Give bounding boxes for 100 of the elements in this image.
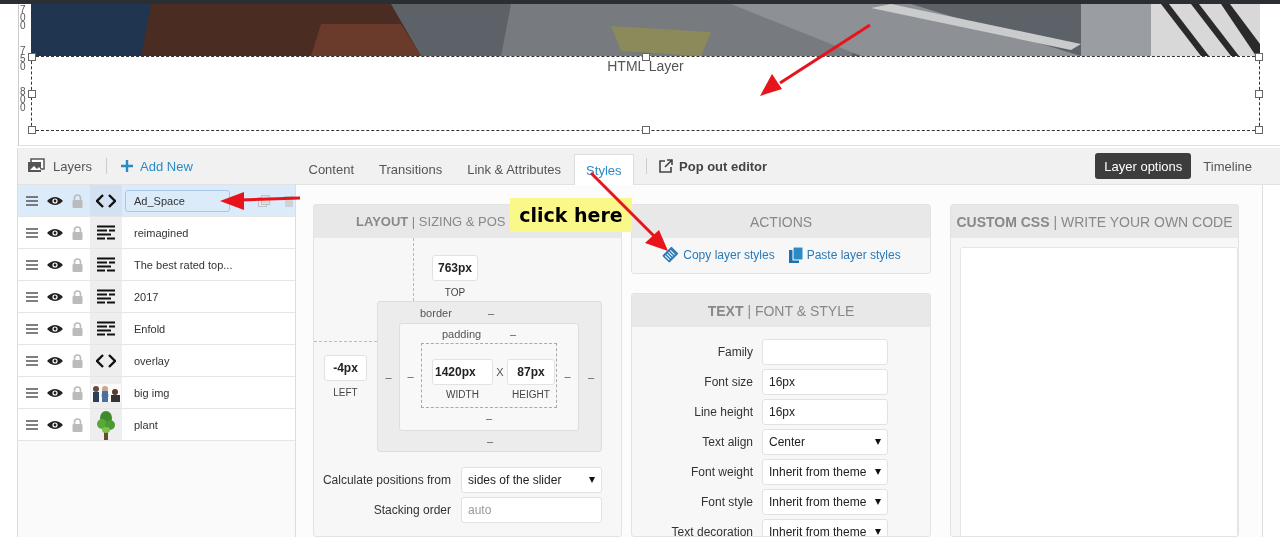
layer-name: plant xyxy=(134,418,158,431)
box-value: – xyxy=(488,306,495,319)
eye-icon[interactable] xyxy=(47,419,63,430)
field-label: Font style xyxy=(699,495,753,509)
layer-name: Enfold xyxy=(134,322,166,335)
layer-name: big img xyxy=(134,386,170,399)
text-field[interactable]: 87px xyxy=(507,359,555,385)
layer-row[interactable]: reimagined xyxy=(18,217,295,249)
dropdown[interactable]: sides of the slider xyxy=(461,467,602,493)
text-lines-icon xyxy=(97,289,115,304)
caret-icon xyxy=(875,439,881,445)
resize-handle[interactable] xyxy=(28,89,36,98)
resize-handle[interactable] xyxy=(28,126,36,134)
drag-handle-icon[interactable] xyxy=(26,355,38,366)
field-label: Family xyxy=(716,345,753,359)
layer-row[interactable]: 2017 xyxy=(18,281,295,313)
eye-icon[interactable] xyxy=(47,291,63,302)
field-label: Stacking order xyxy=(372,503,451,517)
panel-title: TEXT | FONT & STYLE xyxy=(707,302,855,319)
drag-handle-icon[interactable] xyxy=(26,227,38,238)
text-field[interactable]: 16px xyxy=(762,399,888,425)
tab[interactable]: Content xyxy=(296,154,367,184)
mode-button[interactable]: Timeline xyxy=(1196,153,1259,179)
caret-icon xyxy=(589,477,595,483)
dropdown[interactable]: Inherit from theme xyxy=(762,459,888,485)
times-sign: X xyxy=(495,366,505,378)
plus-icon xyxy=(121,160,134,172)
ruler-mark: 700 xyxy=(19,6,26,33)
resize-handle[interactable] xyxy=(1255,89,1263,98)
layer-name: The best rated top... xyxy=(134,258,233,271)
drag-handle-icon[interactable] xyxy=(26,323,38,334)
dropdown[interactable]: Inherit from theme xyxy=(762,489,888,515)
resize-handle[interactable] xyxy=(28,53,36,61)
text-field[interactable] xyxy=(762,339,888,365)
dropdown[interactable]: Center xyxy=(762,429,888,455)
text-lines-icon xyxy=(97,257,115,272)
eye-icon[interactable] xyxy=(47,387,63,398)
text-field[interactable]: -4px xyxy=(324,355,367,381)
text-field[interactable]: 16px xyxy=(762,369,888,395)
code-icon xyxy=(96,353,116,368)
action-link[interactable]: Paste layer styles xyxy=(788,246,901,264)
eye-icon[interactable] xyxy=(47,323,63,334)
drag-handle-icon[interactable] xyxy=(26,195,38,206)
field-label: Line height xyxy=(693,405,753,419)
layer-row[interactable]: The best rated top... xyxy=(18,249,295,281)
mode-button[interactable]: Layer options xyxy=(1095,153,1192,179)
eye-icon[interactable] xyxy=(47,195,63,206)
tab[interactable]: Styles xyxy=(573,154,634,185)
layer-name: overlay xyxy=(134,354,170,367)
field-label: TOP xyxy=(444,287,466,298)
box-value: – xyxy=(384,370,393,385)
layer-name: 2017 xyxy=(134,290,159,303)
text-field[interactable]: 1420px xyxy=(432,359,493,385)
drag-handle-icon[interactable] xyxy=(26,387,38,398)
ruler-mark: 800 xyxy=(19,88,26,115)
resize-handle[interactable] xyxy=(641,126,650,134)
field-label: WIDTH xyxy=(445,389,480,400)
dropdown[interactable]: Inherit from theme xyxy=(762,519,888,536)
box-value: – xyxy=(484,411,494,426)
eye-icon[interactable] xyxy=(47,355,63,366)
layer-row[interactable]: plant xyxy=(18,409,295,441)
tab[interactable]: Transitions xyxy=(366,154,455,184)
drag-handle-icon[interactable] xyxy=(26,291,38,302)
caret-icon xyxy=(875,469,881,475)
text-field[interactable]: 763px xyxy=(432,255,479,281)
field-label: LEFT xyxy=(333,387,358,398)
field-label: Text decoration xyxy=(670,525,753,536)
field-label: Font size xyxy=(703,375,753,389)
trash-icon[interactable] xyxy=(284,194,294,207)
resize-handle[interactable] xyxy=(1255,126,1263,134)
layer-row[interactable]: Ad_Space xyxy=(18,185,295,217)
resize-handle[interactable] xyxy=(641,53,650,61)
tab[interactable]: Link & Attributes xyxy=(454,154,574,184)
layer-row[interactable]: Enfold xyxy=(18,313,295,345)
layer-row[interactable]: big img xyxy=(18,377,295,409)
field-label: HEIGHT xyxy=(511,389,551,400)
eye-icon[interactable] xyxy=(47,259,63,270)
box-value: – xyxy=(563,368,572,384)
drag-handle-icon[interactable] xyxy=(26,419,38,430)
pages-icon xyxy=(788,247,803,263)
field-label: Font weight xyxy=(689,465,753,479)
panel-title: CUSTOM CSS | WRITE YOUR OWN CODE xyxy=(956,213,1233,230)
box-value: – xyxy=(485,434,495,449)
ruler-mark: 750 xyxy=(19,47,26,74)
drag-handle-icon[interactable] xyxy=(26,259,38,270)
text-lines-icon xyxy=(97,321,115,336)
panel-title: ACTIONS xyxy=(749,213,813,230)
pop-out-button[interactable]: Pop out editor xyxy=(659,148,768,184)
duplicate-icon[interactable] xyxy=(258,194,270,207)
layer-row[interactable]: overlay xyxy=(18,345,295,377)
box-value: – xyxy=(406,368,415,384)
eye-icon[interactable] xyxy=(47,227,63,238)
caret-icon xyxy=(875,499,881,505)
external-link-icon xyxy=(659,159,673,173)
box-value: – xyxy=(510,327,517,340)
resize-handle[interactable] xyxy=(1255,53,1263,61)
code-icon xyxy=(96,193,116,208)
layer-name: reimagined xyxy=(134,226,189,239)
box-label: border xyxy=(420,306,453,319)
box-label: padding xyxy=(442,327,483,340)
